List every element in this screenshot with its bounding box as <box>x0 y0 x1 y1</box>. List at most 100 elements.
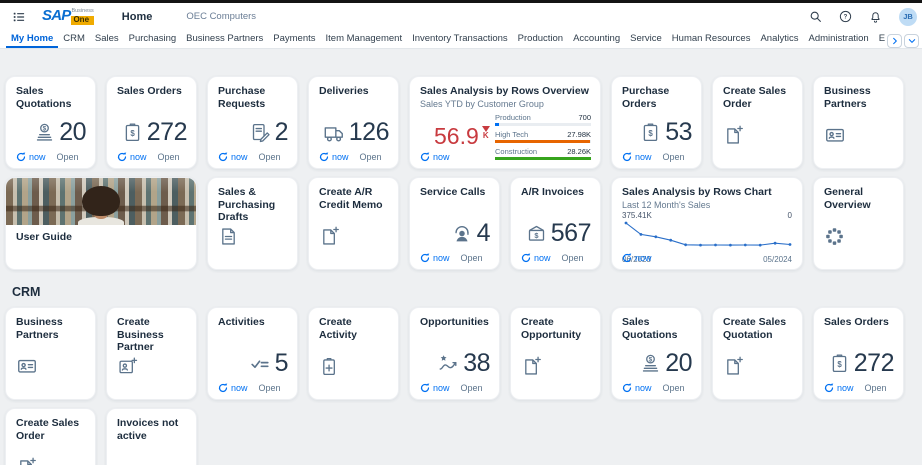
bell-icon[interactable] <box>869 10 882 23</box>
tile-invoices-not-active[interactable]: Invoices not active <box>106 408 197 465</box>
tab-accounting[interactable]: Accounting <box>568 30 625 48</box>
kpi-unit: K <box>483 132 489 141</box>
tile-purchase-requests[interactable]: Purchase Requests2nowOpen <box>207 76 298 169</box>
tile-service-calls[interactable]: Service Calls4nowOpen <box>409 177 500 270</box>
refresh-now-link[interactable]: now <box>218 152 248 162</box>
service-call-icon <box>451 223 473 245</box>
tile-subtitle: Sales YTD by Customer Group <box>420 99 590 109</box>
tab-label: Inventory Transactions <box>412 33 508 44</box>
tile-user-guide[interactable]: User Guide <box>5 177 197 270</box>
tile-sales-analysis-by-rows-overview[interactable]: Sales Analysis by Rows OverviewSales YTD… <box>409 76 601 169</box>
activities-icon <box>249 353 271 375</box>
tile-a-r-invoices[interactable]: A/R Invoices$567nowOpen <box>510 177 601 270</box>
refresh-now-link[interactable]: now <box>622 152 652 162</box>
open-link[interactable]: Open <box>360 152 382 162</box>
refresh-now-link[interactable]: now <box>420 383 450 393</box>
tile-sales-orders[interactable]: Sales Orders$272nowOpen <box>106 76 197 169</box>
tile-general-overview[interactable]: General Overview <box>813 177 904 270</box>
menu-icon[interactable] <box>12 10 26 24</box>
tab-administration[interactable]: Administration <box>803 30 873 48</box>
nav-expand-button[interactable] <box>904 34 919 48</box>
refresh-icon <box>622 152 632 162</box>
refresh-now-link[interactable]: now <box>16 152 46 162</box>
open-link[interactable]: Open <box>663 152 685 162</box>
tile-sales-analysis-by-rows-chart[interactable]: Sales Analysis by Rows ChartLast 12 Mont… <box>611 177 803 270</box>
tile-activities[interactable]: Activities5nowOpen <box>207 307 298 400</box>
tab-analytics[interactable]: Analytics <box>755 30 803 48</box>
tile-deliveries[interactable]: Deliveries126nowOpen <box>308 76 399 169</box>
business-card-icon <box>824 124 846 146</box>
tab-sales[interactable]: Sales <box>90 30 124 48</box>
refresh-now-link[interactable]: now <box>420 253 450 263</box>
y-max-label: 375.41K <box>622 211 652 220</box>
open-link[interactable]: Open <box>259 152 281 162</box>
open-link[interactable]: Open <box>259 383 281 393</box>
tile-sales-purchasing-drafts[interactable]: Sales & Purchasing Drafts <box>207 177 298 270</box>
tab-production[interactable]: Production <box>513 30 568 48</box>
person-reading-image <box>69 186 133 225</box>
open-link[interactable]: Open <box>865 383 887 393</box>
tile-create-sales-quotation[interactable]: Create Sales Quotation <box>712 307 803 400</box>
refresh-icon <box>16 152 26 162</box>
tile-business-partners[interactable]: Business Partners <box>5 307 96 400</box>
tile-create-sales-order[interactable]: Create Sales Order <box>5 408 96 465</box>
section-title-crm: CRM <box>12 285 922 299</box>
refresh-now-link[interactable]: now <box>622 253 652 263</box>
tab-label: Accounting <box>573 33 620 44</box>
refresh-icon <box>420 152 430 162</box>
tab-business-partners[interactable]: Business Partners <box>181 30 268 48</box>
refresh-now-link[interactable]: now <box>420 152 450 162</box>
business-card-icon <box>16 355 38 377</box>
tile-create-sales-order[interactable]: Create Sales Order <box>712 76 803 169</box>
open-link[interactable]: Open <box>158 152 180 162</box>
tab-item-management[interactable]: Item Management <box>321 30 408 48</box>
refresh-now-link[interactable]: now <box>218 383 248 393</box>
open-link[interactable]: Open <box>461 253 483 263</box>
tab-label: CRM <box>63 33 85 44</box>
tile-create-opportunity[interactable]: Create Opportunity <box>510 307 601 400</box>
help-icon[interactable]: ? <box>839 10 852 23</box>
sap-business-one-logo: SAP Business One <box>42 8 94 25</box>
section-crm: CRM Business PartnersCreate Business Par… <box>5 285 922 465</box>
tab-purchasing[interactable]: Purchasing <box>124 30 182 48</box>
tab-my-home[interactable]: My Home <box>6 30 58 48</box>
tile-sales-quotations[interactable]: Sales Quotations$20nowOpen <box>611 307 702 400</box>
tile-title: Service Calls <box>420 186 489 199</box>
tile-create-activity[interactable]: Create Activity <box>308 307 399 400</box>
svg-text:$: $ <box>43 125 47 132</box>
tab-inventory-transactions[interactable]: Inventory Transactions <box>407 30 513 48</box>
tab-crm[interactable]: CRM <box>58 30 90 48</box>
tile-sales-quotations[interactable]: Sales Quotations$20nowOpen <box>5 76 96 169</box>
refresh-now-link[interactable]: now <box>319 152 349 162</box>
avatar[interactable]: JB <box>899 8 917 26</box>
tile-count: 38 <box>463 351 490 376</box>
open-link[interactable]: Open <box>562 253 584 263</box>
open-link[interactable]: Open <box>57 152 79 162</box>
tile-create-a-r-credit-memo[interactable]: Create A/R Credit Memo <box>308 177 399 270</box>
tile-title: Create Opportunity <box>521 316 590 341</box>
tile-business-partners[interactable]: Business Partners <box>813 76 904 169</box>
nav-scroll-right-button[interactable] <box>887 34 902 48</box>
create-document-icon <box>521 356 542 377</box>
tile-sales-orders[interactable]: Sales Orders$272nowOpen <box>813 307 904 400</box>
tile-title: Opportunities <box>420 316 489 329</box>
search-icon[interactable] <box>809 10 822 23</box>
logo-one-text: One <box>71 16 93 25</box>
tile-footer: now Open <box>824 383 887 393</box>
refresh-now-link[interactable]: now <box>824 383 854 393</box>
refresh-now-link[interactable]: now <box>521 253 551 263</box>
refresh-label: now <box>231 152 248 162</box>
refresh-now-link[interactable]: now <box>622 383 652 393</box>
tab-service[interactable]: Service <box>625 30 667 48</box>
open-link[interactable]: Open <box>663 383 685 393</box>
open-link[interactable]: Open <box>461 383 483 393</box>
tab-payments[interactable]: Payments <box>268 30 320 48</box>
svg-text:?: ? <box>844 15 848 21</box>
tab-human-resources[interactable]: Human Resources <box>667 30 756 48</box>
logo-sap-text: SAP <box>42 8 70 23</box>
tile-purchase-orders[interactable]: Purchase Orders$53nowOpen <box>611 76 702 169</box>
refresh-now-link[interactable]: now <box>117 152 147 162</box>
tile-opportunities[interactable]: Opportunities 38 now Open <box>409 307 500 400</box>
tile-create-business-partner[interactable]: Create Business Partner <box>106 307 197 400</box>
refresh-icon <box>622 253 632 263</box>
